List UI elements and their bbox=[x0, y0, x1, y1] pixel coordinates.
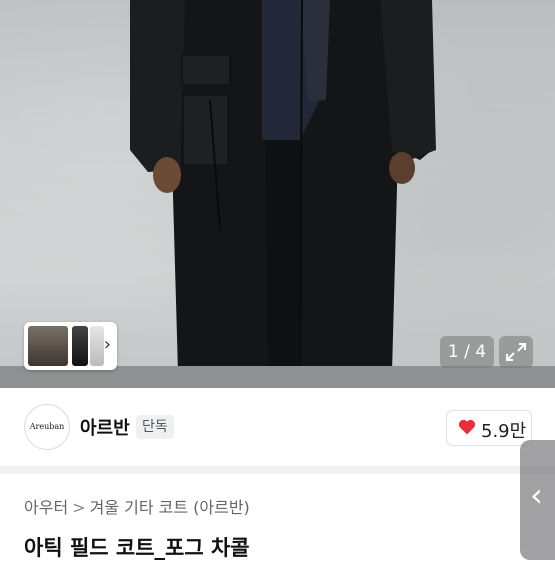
section-divider bbox=[0, 466, 555, 474]
heart-icon bbox=[457, 417, 477, 441]
thumbnail-strip[interactable]: › bbox=[24, 322, 117, 370]
side-drawer-handle[interactable]: ‹ bbox=[520, 440, 555, 560]
chevron-left-icon: ‹ bbox=[530, 476, 543, 514]
like-button[interactable]: 5.9만 bbox=[446, 410, 532, 446]
breadcrumb: 아우터 > 겨울 기타 코트 (아르반) bbox=[24, 494, 250, 518]
product-image[interactable]: › 1 / 4 bbox=[0, 0, 555, 388]
thumbnail-2[interactable] bbox=[72, 326, 88, 366]
expand-icon[interactable] bbox=[499, 336, 533, 368]
thumbnail-1[interactable] bbox=[28, 326, 68, 366]
chevron-right-icon[interactable]: › bbox=[104, 335, 111, 355]
seller-name[interactable]: 아르반 bbox=[80, 414, 130, 440]
breadcrumb-separator: > bbox=[72, 498, 86, 517]
product-title: 아틱 필드 코트_포그 차콜 bbox=[24, 536, 250, 560]
exclusive-badge: 단독 bbox=[136, 415, 174, 439]
thumbnail-3[interactable] bbox=[90, 326, 104, 366]
breadcrumb-item-category[interactable]: 겨울 기타 코트 (아르반) bbox=[90, 498, 250, 517]
like-count: 5.9만 bbox=[481, 421, 527, 442]
image-counter: 1 / 4 bbox=[440, 336, 494, 368]
breadcrumb-item-outer[interactable]: 아우터 bbox=[24, 498, 68, 517]
seller-logo[interactable]: Areuban bbox=[24, 404, 70, 450]
